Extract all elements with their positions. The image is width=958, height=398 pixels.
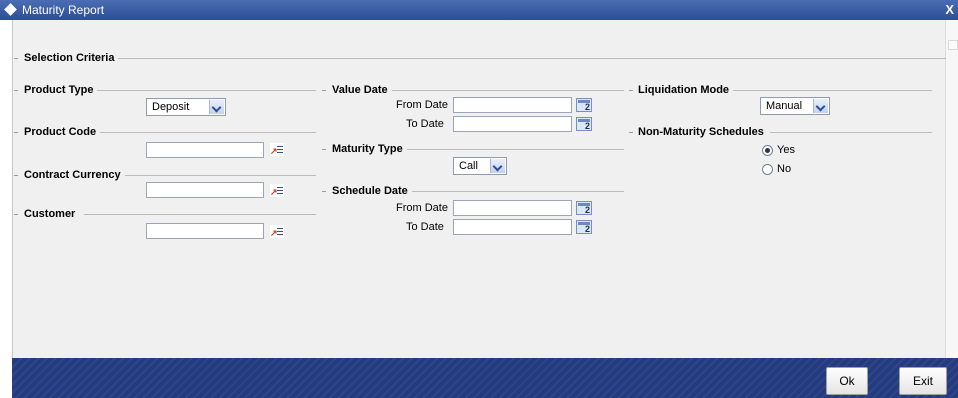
schedule-to-date-label: To Date <box>406 221 444 233</box>
customer-input[interactable] <box>146 223 264 239</box>
footer-bar <box>12 358 958 398</box>
schedule-from-date-label: From Date <box>396 202 448 214</box>
chevron-down-icon[interactable] <box>490 159 505 173</box>
product-code-rule <box>100 132 316 133</box>
chevron-down-icon[interactable] <box>209 100 224 114</box>
product-code-input[interactable] <box>146 142 264 158</box>
customer-rule <box>84 214 316 215</box>
section-tick <box>14 175 18 176</box>
section-tick <box>14 214 18 215</box>
close-button[interactable]: X <box>945 2 954 17</box>
product-type-rule <box>96 90 316 91</box>
customer-heading: Customer <box>20 208 80 220</box>
calendar-icon[interactable] <box>576 98 592 112</box>
vertical-scrollbar[interactable] <box>945 20 958 380</box>
no-radio-label: No <box>777 163 792 175</box>
liquidation-mode-select[interactable]: Manual <box>760 97 830 115</box>
contract-currency-heading: Contract Currency <box>20 169 125 181</box>
lov-icon[interactable]: ↗ <box>270 143 284 156</box>
product-type-heading: Product Type <box>20 84 98 96</box>
maturity-type-select[interactable]: Call <box>453 157 507 175</box>
exit-button[interactable]: Exit <box>899 367 947 395</box>
selection-criteria-heading: Selection Criteria <box>20 52 119 64</box>
maturity-type-heading: Maturity Type <box>328 143 407 155</box>
calendar-icon[interactable] <box>576 117 592 131</box>
chevron-down-icon[interactable] <box>813 99 828 113</box>
section-tick <box>322 149 326 150</box>
schedule-from-date-input[interactable] <box>453 200 572 216</box>
contract-currency-rule <box>124 175 316 176</box>
no-radio[interactable] <box>762 164 773 175</box>
contract-currency-input[interactable] <box>146 182 264 198</box>
section-tick <box>322 191 326 192</box>
section-tick <box>14 90 18 91</box>
section-tick <box>14 58 18 59</box>
ok-button[interactable]: Ok <box>826 367 868 395</box>
schedule-date-heading: Schedule Date <box>328 185 412 197</box>
lov-icon[interactable]: ↗ <box>270 184 284 197</box>
liquidation-mode-value: Manual <box>766 100 803 112</box>
yes-radio-label: Yes <box>777 144 795 156</box>
maturity-type-value: Call <box>459 160 478 172</box>
schedule-date-rule <box>396 191 624 192</box>
value-from-date-label: From Date <box>396 99 448 111</box>
schedule-to-date-input[interactable] <box>453 219 572 235</box>
yes-radio[interactable] <box>762 145 773 156</box>
selection-criteria-rule <box>118 58 946 59</box>
value-from-date-input[interactable] <box>453 97 572 113</box>
maturity-report-window: Maturity Report X Selection Criteria Pro… <box>0 0 958 398</box>
section-tick <box>629 90 633 91</box>
value-date-heading: Value Date <box>328 84 392 96</box>
product-code-heading: Product Code <box>20 126 101 138</box>
non-maturity-schedules-heading: Non-Maturity Schedules <box>634 126 768 138</box>
non-maturity-schedules-rule <box>770 132 932 133</box>
section-tick <box>629 132 633 133</box>
maturity-type-rule <box>406 149 624 150</box>
section-tick <box>14 132 18 133</box>
liquidation-mode-rule <box>732 90 932 91</box>
title-bar: Maturity Report X <box>0 0 958 20</box>
product-type-value: Deposit <box>152 101 190 113</box>
calendar-icon[interactable] <box>576 201 592 215</box>
value-to-date-label: To Date <box>406 118 444 130</box>
window-diamond-icon <box>4 3 17 16</box>
scroll-up-icon[interactable] <box>948 40 958 50</box>
liquidation-mode-heading: Liquidation Mode <box>634 84 734 96</box>
value-date-rule <box>388 90 624 91</box>
lov-icon[interactable]: ↗ <box>270 225 284 238</box>
product-type-select[interactable]: Deposit <box>146 98 226 116</box>
value-to-date-input[interactable] <box>453 116 572 132</box>
window-title: Maturity Report <box>22 3 105 17</box>
calendar-icon[interactable] <box>576 220 592 234</box>
section-tick <box>322 90 326 91</box>
